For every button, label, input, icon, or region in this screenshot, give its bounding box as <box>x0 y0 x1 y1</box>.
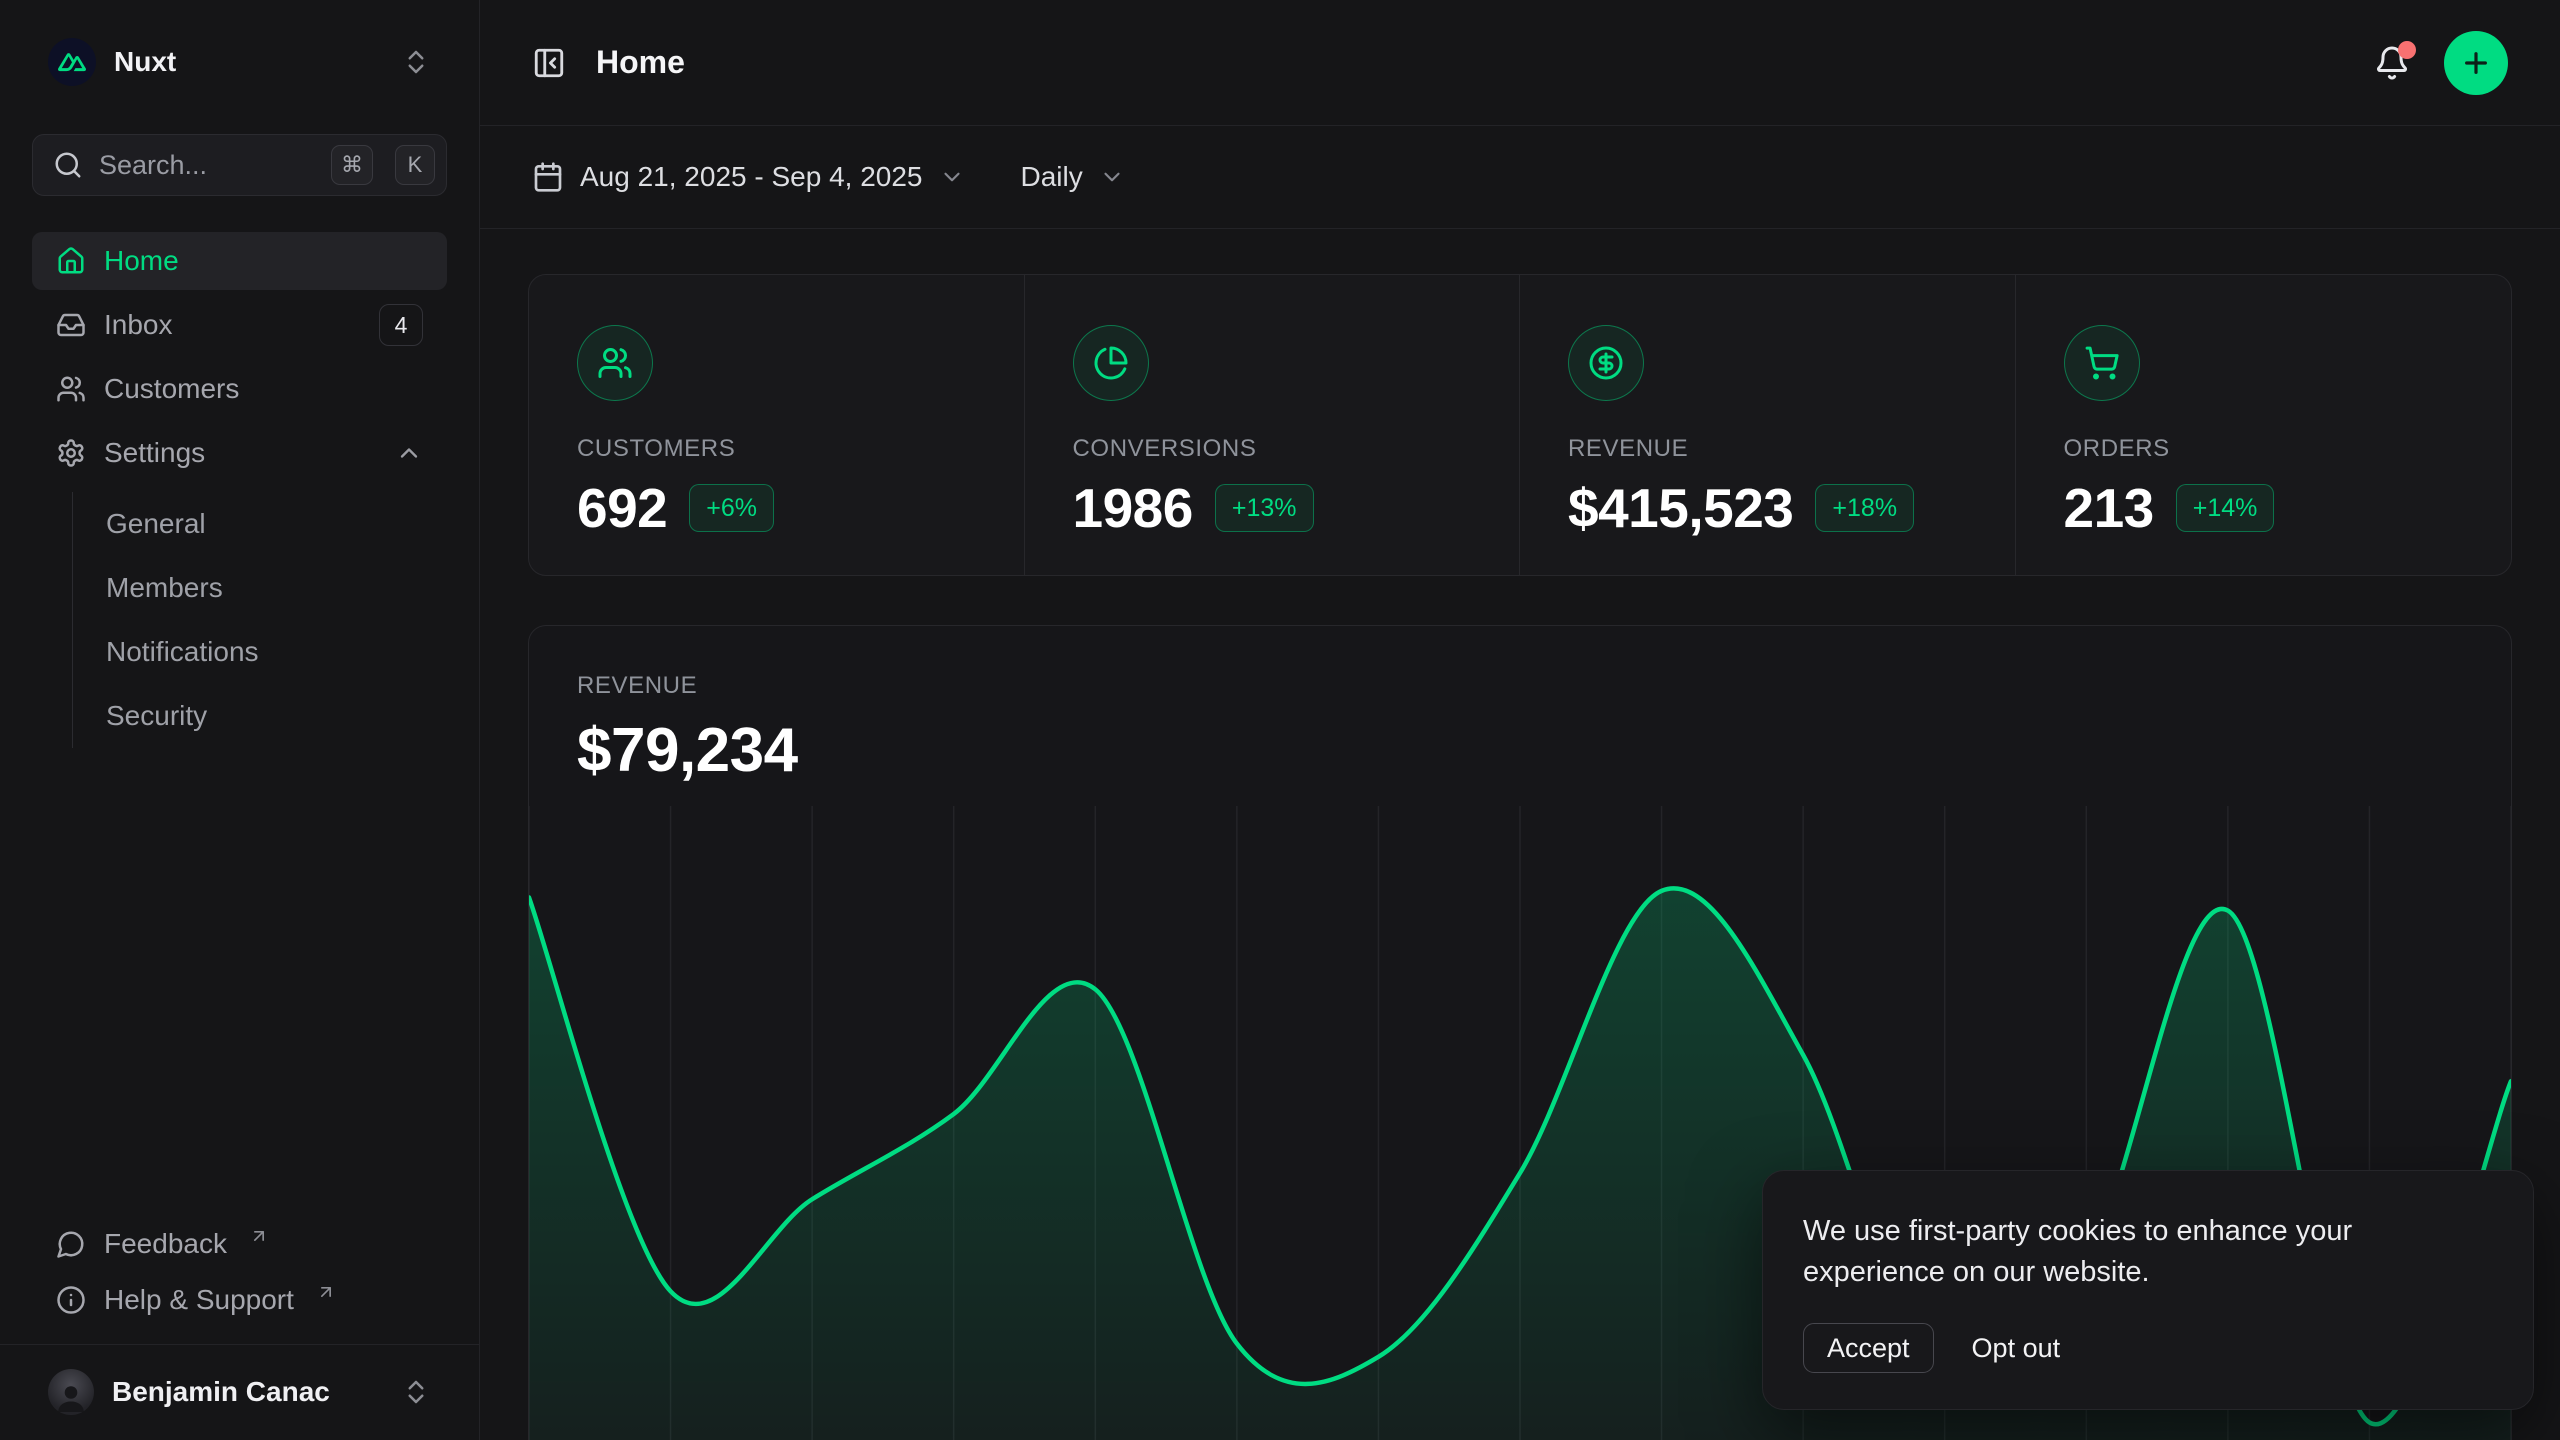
stat-change-badge: +14% <box>2176 484 2275 532</box>
chevrons-up-down-icon <box>401 1377 431 1407</box>
stat-icon-circle <box>2064 325 2140 401</box>
page-title: Home <box>596 44 685 81</box>
stat-conversions[interactable]: CONVERSIONS 1986 +13% <box>1025 275 1521 576</box>
sidebar-item-label: Home <box>104 245 179 277</box>
stat-label: REVENUE <box>1568 435 1967 463</box>
date-range-picker[interactable]: Aug 21, 2025 - Sep 4, 2025 <box>532 161 965 193</box>
footer-link-label: Feedback <box>104 1228 227 1260</box>
sidebar-item-members[interactable]: Members <box>73 556 447 620</box>
chevron-up-icon <box>395 439 423 467</box>
granularity-value: Daily <box>1021 161 1083 193</box>
stat-icon-circle <box>577 325 653 401</box>
sidebar-item-label: Customers <box>104 373 239 405</box>
cookie-banner: We use first-party cookies to enhance yo… <box>1762 1170 2534 1410</box>
workspace-name: Nuxt <box>114 46 176 78</box>
stat-change-badge: +13% <box>1215 484 1314 532</box>
stat-change-badge: +6% <box>689 484 774 532</box>
notifications-button[interactable] <box>2370 41 2414 85</box>
sidebar-divider <box>0 1344 479 1346</box>
help-support-link[interactable]: Help & Support <box>32 1272 447 1328</box>
main-header: Home <box>480 0 2560 126</box>
sidebar-item-notifications[interactable]: Notifications <box>73 620 447 684</box>
inbox-count-badge: 4 <box>379 304 423 346</box>
stat-label: ORDERS <box>2064 435 2464 463</box>
chevron-down-icon <box>1099 164 1125 190</box>
sidebar-footer: Feedback Help & Support Benjamin Canac <box>32 1216 447 1427</box>
message-bubble-icon <box>56 1229 86 1259</box>
accept-cookies-button[interactable]: Accept <box>1803 1323 1934 1373</box>
feedback-link[interactable]: Feedback <box>32 1216 447 1272</box>
pie-chart-icon <box>1093 345 1129 381</box>
cart-icon <box>2084 345 2120 381</box>
sidebar-item-security[interactable]: Security <box>73 684 447 748</box>
stat-revenue[interactable]: REVENUE $415,523 +18% <box>1520 275 2016 576</box>
settings-subnav: General Members Notifications Security <box>72 492 447 748</box>
panel-left-close-icon <box>532 46 566 80</box>
revenue-chart-label: REVENUE <box>577 672 2463 700</box>
stat-value: 1986 <box>1073 476 1193 540</box>
sidebar-item-inbox[interactable]: Inbox 4 <box>32 296 447 354</box>
sidebar-item-label: Settings <box>104 437 205 469</box>
info-icon <box>56 1285 86 1315</box>
stat-customers[interactable]: CUSTOMERS 692 +6% <box>529 275 1025 576</box>
users-icon <box>56 374 86 404</box>
home-icon <box>56 246 86 276</box>
cookie-message: We use first-party cookies to enhance yo… <box>1803 1211 2493 1293</box>
search-placeholder: Search... <box>99 150 309 181</box>
sidebar-item-label: Inbox <box>104 309 173 341</box>
add-button[interactable] <box>2444 31 2508 95</box>
stat-value: $415,523 <box>1568 476 1793 540</box>
footer-link-label: Help & Support <box>104 1284 294 1316</box>
optout-cookies-button[interactable]: Opt out <box>1972 1333 2061 1364</box>
command-key: ⌘ <box>331 145 373 185</box>
stat-label: CONVERSIONS <box>1073 435 1472 463</box>
plus-icon <box>2460 47 2492 79</box>
calendar-icon <box>532 161 564 193</box>
stat-value: 213 <box>2064 476 2154 540</box>
date-range-value: Aug 21, 2025 - Sep 4, 2025 <box>580 161 923 193</box>
chevron-down-icon <box>939 164 965 190</box>
stat-orders[interactable]: ORDERS 213 +14% <box>2016 275 2512 576</box>
notification-dot <box>2398 41 2416 59</box>
toolbar: Aug 21, 2025 - Sep 4, 2025 Daily <box>480 126 2560 229</box>
sidebar-item-customers[interactable]: Customers <box>32 360 447 418</box>
gear-icon <box>56 438 86 468</box>
granularity-select[interactable]: Daily <box>1021 161 1125 193</box>
stat-icon-circle <box>1073 325 1149 401</box>
user-name: Benjamin Canac <box>112 1376 330 1408</box>
nuxt-logo <box>48 38 96 86</box>
search-icon <box>53 150 83 180</box>
inbox-icon <box>56 310 86 340</box>
dollar-circle-icon <box>1588 345 1624 381</box>
sidebar-item-general[interactable]: General <box>73 492 447 556</box>
external-link-icon <box>316 1282 336 1302</box>
search-input[interactable]: Search... ⌘ K <box>32 134 447 196</box>
sidebar: Nuxt Search... ⌘ K Home Inbox 4 Customer… <box>0 0 480 1440</box>
avatar <box>48 1369 94 1415</box>
sidebar-nav: Home Inbox 4 Customers Settings General … <box>32 232 447 748</box>
k-key: K <box>395 145 435 185</box>
user-menu[interactable]: Benjamin Canac <box>32 1358 447 1426</box>
stat-value: 692 <box>577 476 667 540</box>
revenue-chart-total: $79,234 <box>577 715 2463 786</box>
stats-card: CUSTOMERS 692 +6% CONVERSIONS 1986 +13% <box>528 274 2512 576</box>
sidebar-item-settings[interactable]: Settings <box>32 424 447 482</box>
stat-icon-circle <box>1568 325 1644 401</box>
external-link-icon <box>249 1226 269 1246</box>
sidebar-item-home[interactable]: Home <box>32 232 447 290</box>
collapse-sidebar-button[interactable] <box>532 46 566 80</box>
workspace-switcher[interactable]: Nuxt <box>32 30 447 94</box>
stat-change-badge: +18% <box>1815 484 1914 532</box>
chevrons-up-down-icon <box>401 47 431 77</box>
stat-label: CUSTOMERS <box>577 435 976 463</box>
users-icon <box>597 345 633 381</box>
